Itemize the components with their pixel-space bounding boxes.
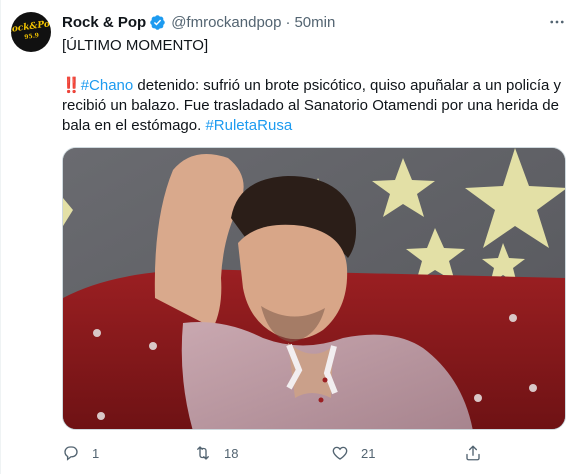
share-icon — [466, 445, 480, 461]
more-dots-icon[interactable] — [547, 12, 567, 32]
photo-illustration — [63, 148, 565, 429]
retweet-count: 18 — [224, 445, 239, 461]
hashtag-ruletarusa[interactable]: #RuletaRusa — [205, 117, 292, 134]
tweet-header: Rock & Pop @fmrockandpop · 50min — [62, 12, 335, 32]
double-exclamation-emoji: ‼️ — [62, 77, 81, 94]
share-button[interactable] — [464, 441, 494, 465]
heart-icon — [332, 446, 348, 460]
tweet-photo[interactable] — [62, 147, 566, 430]
author-display-name[interactable]: Rock & Pop — [62, 14, 146, 31]
tweet[interactable]: Rock&Pop 95.9 Rock & Pop @fmrockandpop ·… — [0, 0, 585, 474]
reply-icon — [64, 446, 78, 461]
verified-badge-icon — [149, 14, 166, 31]
retweet-icon — [197, 446, 209, 460]
hashtag-chano[interactable]: #Chano — [81, 77, 134, 94]
tweet-timestamp[interactable]: 50min — [294, 14, 335, 31]
tweet-body: detenido: sufrió un brote psicótico, qui… — [62, 77, 562, 134]
tweet-paragraph: ‼️#Chano detenido: sufrió un brote psicó… — [62, 76, 567, 136]
like-button[interactable]: 21 — [331, 441, 375, 465]
like-count: 21 — [361, 445, 376, 461]
reply-count: 1 — [92, 445, 100, 461]
reply-button[interactable]: 1 — [62, 441, 99, 465]
tweet-actions: 1 18 21 — [62, 441, 492, 465]
author-handle[interactable]: @fmrockandpop — [171, 14, 281, 31]
tweet-text: [ÚLTIMO MOMENTO] ‼️#Chano detenido: sufr… — [62, 36, 567, 136]
retweet-button[interactable]: 18 — [194, 441, 238, 465]
tweet-headline: [ÚLTIMO MOMENTO] — [62, 37, 209, 54]
header-separator: · — [285, 13, 291, 31]
avatar-logo: Rock&Pop 95.9 — [11, 18, 51, 44]
avatar[interactable]: Rock&Pop 95.9 — [11, 12, 51, 52]
